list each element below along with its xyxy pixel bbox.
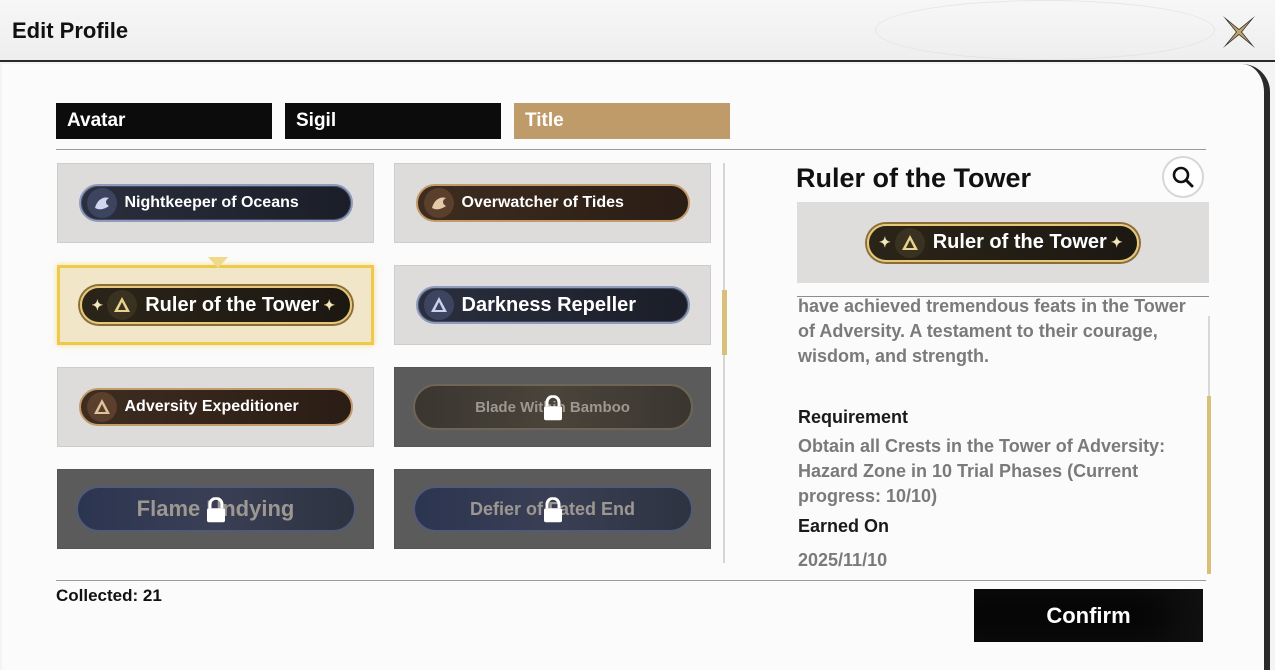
close-button[interactable]	[1219, 12, 1259, 52]
detail-title: Ruler of the Tower	[796, 163, 1032, 193]
title-badge: Nightkeeper of Oceans	[78, 184, 353, 222]
lock-icon	[543, 395, 562, 421]
description-scrollbar-thumb[interactable]	[1207, 396, 1211, 574]
search-icon	[1172, 166, 1194, 188]
collected-count: Collected: 21	[56, 586, 162, 605]
earned-on-label: Earned On	[798, 516, 890, 536]
grid-scrollbar-track[interactable]	[723, 163, 725, 563]
title-card-overwatcher-of-tides[interactable]: Overwatcher of Tides	[394, 163, 711, 243]
title-card-ruler-of-the-tower[interactable]: ✦ Ruler of the Tower ✦	[57, 257, 374, 345]
tab-title[interactable]: Title	[514, 103, 730, 139]
title-badge: ✦ Ruler of the Tower ✦	[79, 286, 352, 324]
lock-icon	[543, 497, 562, 523]
title-card-flame-undying[interactable]: Flame Undying	[57, 469, 374, 549]
preview-badge: ✦ Ruler of the Tower ✦	[867, 223, 1139, 262]
title-label: Overwatcher of Tides	[461, 194, 624, 211]
title-card-darkness-repeller[interactable]: Darkness Repeller	[394, 265, 711, 345]
title-label: Adversity Expeditioner	[124, 398, 299, 415]
requirement-text: Obtain all Crests in the Tower of Advers…	[798, 436, 1166, 506]
grid-scrollbar-thumb[interactable]	[722, 290, 727, 355]
title-card-blade-within-bamboo[interactable]: Blade Within Bamboo	[394, 367, 711, 447]
tab-sigil[interactable]: Sigil	[285, 103, 501, 139]
title-description: have achieved tremendous feats in the To…	[798, 297, 1186, 366]
close-icon	[1223, 16, 1255, 48]
tab-bar: Avatar Sigil Title	[56, 103, 730, 139]
title-badge: Adversity Expeditioner	[78, 388, 353, 426]
title-preview: ✦ Ruler of the Tower ✦	[797, 202, 1209, 283]
sparkle-icon: ✦	[91, 296, 104, 313]
title-badge: Defier of Fated End	[412, 486, 693, 532]
tower-emblem-icon	[423, 290, 454, 320]
sparkle-icon: ✦	[1110, 234, 1123, 250]
selection-pointer-icon	[208, 257, 228, 268]
header-bar: Edit Profile	[0, 0, 1275, 62]
tower-emblem-icon	[894, 227, 925, 258]
tower-emblem-icon	[107, 290, 138, 320]
title-badge: Overwatcher of Tides	[415, 184, 690, 222]
confirm-button[interactable]: Confirm	[974, 589, 1203, 642]
description-scroll-area[interactable]: have achieved tremendous feats in the To…	[797, 297, 1197, 575]
sparkle-icon: ✦	[323, 296, 336, 313]
title-grid: Nightkeeper of Oceans Overwatcher of Tid…	[57, 163, 711, 549]
page-title: Edit Profile	[12, 18, 129, 43]
title-badge: Blade Within Bamboo	[412, 384, 693, 430]
tab-avatar[interactable]: Avatar	[56, 103, 272, 139]
title-label: Darkness Repeller	[461, 293, 637, 316]
dragon-emblem-icon	[86, 188, 117, 218]
earned-on-date: 2025/11/10	[798, 550, 888, 570]
title-label: Ruler of the Tower	[145, 293, 320, 316]
zoom-button[interactable]	[1162, 156, 1204, 198]
header-decoration	[875, 0, 1215, 60]
tower-emblem-icon	[86, 392, 117, 422]
title-card-adversity-expeditioner[interactable]: Adversity Expeditioner	[57, 367, 374, 447]
title-card-nightkeeper-of-oceans[interactable]: Nightkeeper of Oceans	[57, 163, 374, 243]
preview-badge-label: Ruler of the Tower	[932, 231, 1107, 253]
title-badge: Flame Undying	[75, 486, 356, 532]
dragon-emblem-icon	[423, 188, 454, 218]
title-card-defier-of-fated-end[interactable]: Defier of Fated End	[394, 469, 711, 549]
divider	[56, 149, 1206, 150]
sparkle-icon: ✦	[879, 234, 891, 250]
lock-icon	[206, 497, 225, 523]
title-label: Nightkeeper of Oceans	[124, 194, 299, 211]
divider	[56, 580, 1206, 581]
title-badge: Darkness Repeller	[415, 286, 690, 324]
requirement-label: Requirement	[798, 407, 909, 427]
